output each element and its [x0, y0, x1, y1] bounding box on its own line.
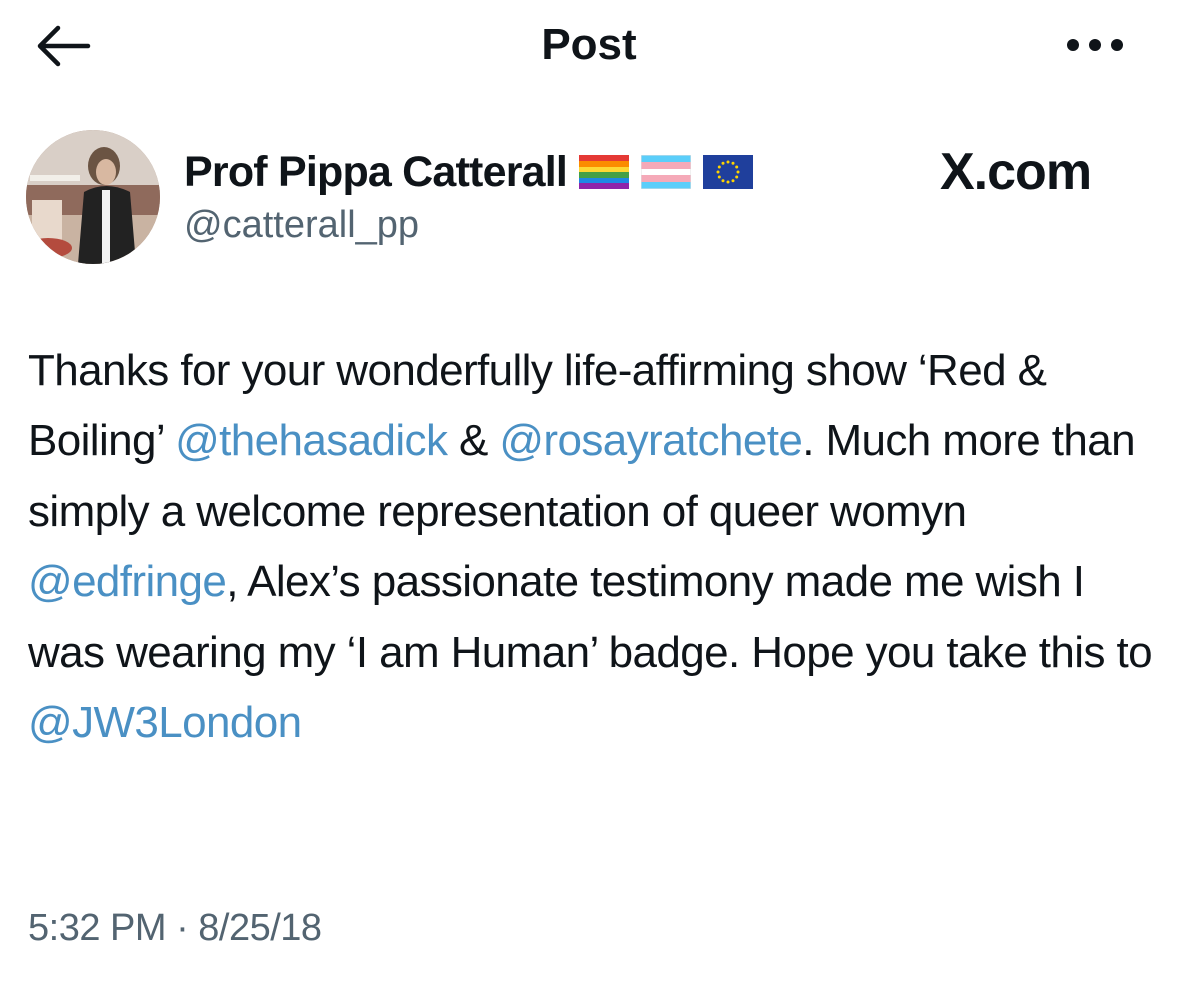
- mention-link[interactable]: @JW3London: [28, 698, 302, 747]
- mention-link[interactable]: @edfringe: [28, 557, 227, 606]
- page-title: Post: [541, 20, 637, 69]
- top-bar: Post: [0, 0, 1178, 90]
- more-options-button[interactable]: [1062, 34, 1128, 56]
- mention-link[interactable]: @thehasadick: [175, 416, 448, 465]
- tweet-text-segment: &: [447, 416, 500, 466]
- display-name[interactable]: Prof Pippa Catterall: [184, 148, 568, 197]
- mention-link[interactable]: @rosayratchete: [499, 416, 802, 465]
- timestamp[interactable]: 5:32 PM · 8/25/18: [28, 900, 322, 956]
- rainbow-flag-icon: [579, 155, 630, 189]
- transgender-flag-icon: [640, 154, 692, 190]
- eu-flag-icon: [703, 155, 754, 189]
- more-horizontal-icon: [1067, 39, 1123, 51]
- profile-photo: [26, 130, 160, 264]
- author-name-row[interactable]: Prof Pippa Catterall: [184, 144, 754, 200]
- watermark: X.com: [940, 143, 1092, 201]
- avatar[interactable]: [26, 130, 160, 264]
- tweet-text: Thanks for your wonderfully life-affirmi…: [28, 336, 1168, 758]
- author-handle[interactable]: @catterall_pp: [184, 200, 419, 250]
